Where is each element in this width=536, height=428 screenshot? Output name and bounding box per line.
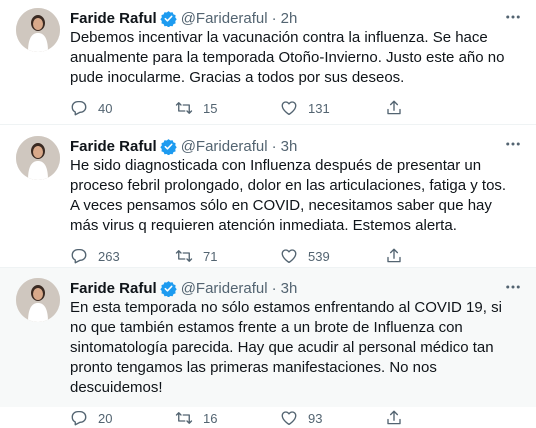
share-icon [387, 248, 401, 263]
reply-count: 40 [98, 100, 113, 116]
separator: · [271, 9, 277, 27]
reply-icon [71, 410, 87, 426]
timestamp[interactable]: 3h [281, 280, 298, 297]
avatar[interactable] [16, 136, 60, 180]
like-button[interactable]: 131 [280, 99, 385, 117]
author-handle[interactable]: @Farideraful [181, 138, 268, 155]
reply-count: 263 [98, 248, 120, 264]
author-name[interactable]: Faride Raful [70, 10, 157, 27]
tweet-text: He sido diagnosticada con Influenza desp… [70, 157, 507, 234]
tweet-header: Faride Raful @Farideraful · 3h [70, 136, 522, 156]
retweet-count: 15 [203, 100, 218, 116]
retweet-button[interactable]: 16 [175, 409, 280, 427]
tweet-actions: 40 15 131 [70, 98, 522, 118]
retweet-button[interactable]: 15 [175, 99, 280, 117]
tweet-text: En esta temporada no sólo estamos enfren… [70, 299, 502, 396]
reply-button[interactable]: 40 [70, 99, 175, 117]
like-count: 539 [308, 248, 330, 264]
share-button[interactable] [385, 99, 413, 117]
like-icon [281, 411, 297, 426]
like-icon [281, 101, 297, 116]
timestamp[interactable]: 2h [281, 10, 298, 27]
like-button[interactable]: 539 [280, 247, 385, 265]
reply-button[interactable]: 263 [70, 247, 175, 265]
share-icon [387, 410, 401, 425]
like-icon [281, 249, 297, 264]
separator: · [271, 137, 277, 155]
tweet-actions: 20 16 93 [70, 408, 522, 428]
like-count: 93 [308, 410, 323, 426]
reply-count: 20 [98, 410, 113, 426]
retweet-icon [175, 250, 193, 262]
verified-badge-icon [160, 10, 177, 27]
more-options-icon[interactable] [504, 135, 522, 153]
tweet[interactable]: Faride Raful @Farideraful · 3h He sido d… [0, 125, 536, 268]
separator: · [271, 279, 277, 297]
reply-icon [71, 100, 87, 116]
tweet-header: Faride Raful @Farideraful · 3h [70, 278, 522, 298]
avatar[interactable] [16, 8, 60, 52]
retweet-count: 71 [203, 248, 218, 264]
tweet-header: Faride Raful @Farideraful · 2h [70, 8, 522, 28]
author-handle[interactable]: @Farideraful [181, 280, 268, 297]
like-count: 131 [308, 100, 330, 116]
author-name[interactable]: Faride Raful [70, 138, 157, 155]
author-name[interactable]: Faride Raful [70, 280, 157, 297]
retweet-button[interactable]: 71 [175, 247, 280, 265]
timestamp[interactable]: 3h [281, 138, 298, 155]
tweet[interactable]: Faride Raful @Farideraful · 3h En esta t… [0, 268, 536, 426]
tweet-text: Debemos incentivar la vacunación contra … [70, 29, 505, 86]
avatar[interactable] [16, 278, 60, 322]
share-button[interactable] [385, 247, 413, 265]
tweet-feed: Faride Raful @Farideraful · 2h Debemos i… [0, 0, 536, 426]
tweet-actions: 263 71 539 [70, 246, 522, 266]
share-button[interactable] [385, 409, 413, 427]
retweet-count: 16 [203, 410, 218, 426]
reply-icon [71, 248, 87, 264]
more-options-icon[interactable] [504, 278, 522, 296]
verified-badge-icon [160, 138, 177, 155]
retweet-icon [175, 412, 193, 424]
more-options-icon[interactable] [504, 8, 522, 26]
retweet-icon [175, 102, 193, 114]
reply-button[interactable]: 20 [70, 409, 175, 427]
share-icon [387, 100, 401, 115]
tweet[interactable]: Faride Raful @Farideraful · 2h Debemos i… [0, 0, 536, 125]
author-handle[interactable]: @Farideraful [181, 10, 268, 27]
verified-badge-icon [160, 280, 177, 297]
like-button[interactable]: 93 [280, 409, 385, 427]
